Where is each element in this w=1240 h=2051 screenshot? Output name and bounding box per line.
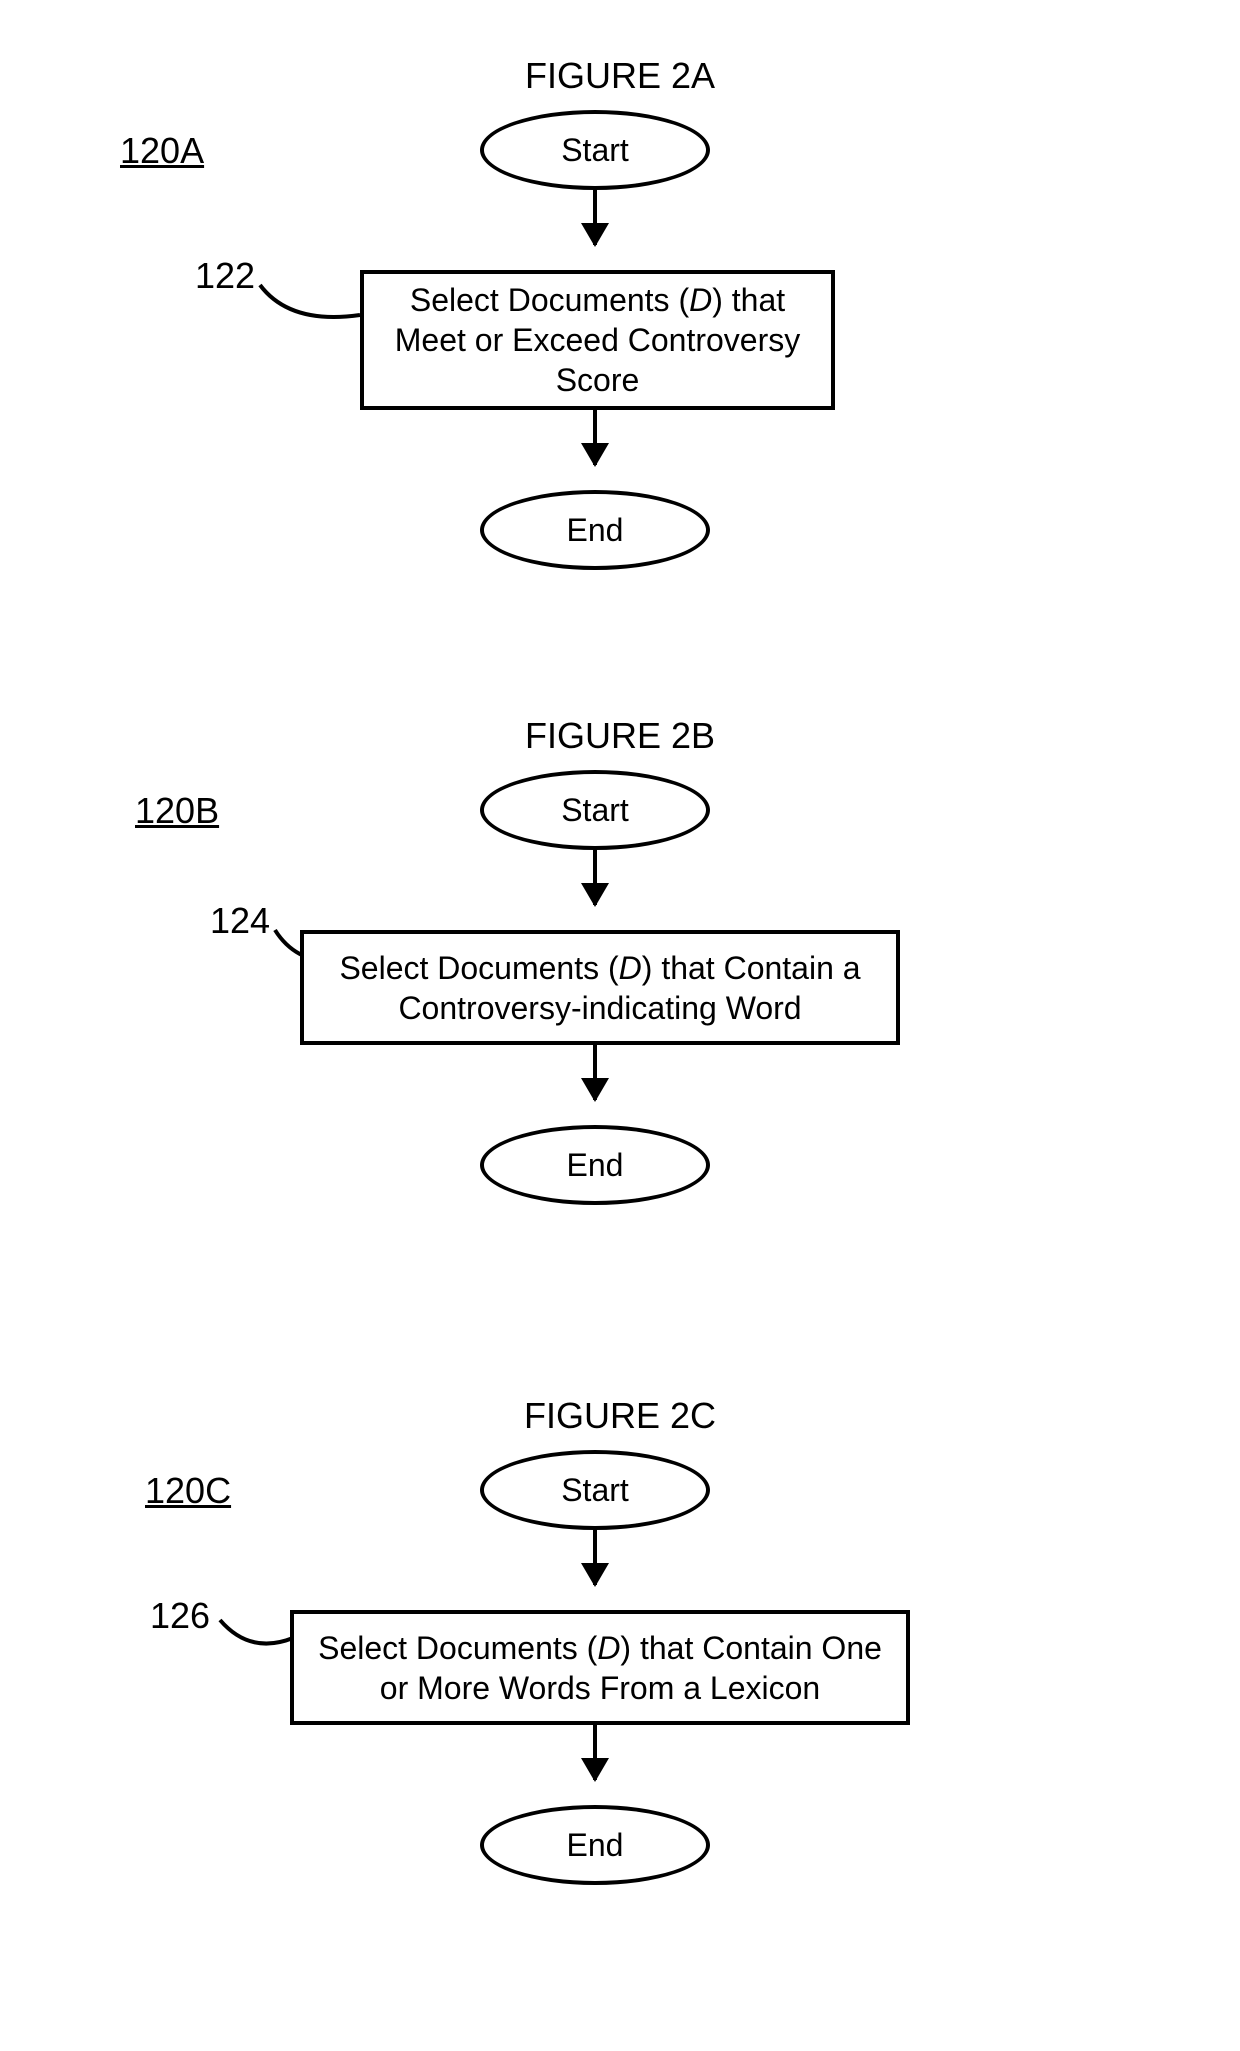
process-122: Select Documents (D) that Meet or Exceed… xyxy=(360,270,835,410)
start-label: Start xyxy=(561,1472,629,1509)
process-124: Select Documents (D) that Contain a Cont… xyxy=(300,930,900,1045)
ref-126: 126 xyxy=(150,1595,210,1637)
figure-2a-title: FIGURE 2A xyxy=(420,55,820,97)
process-122-text: Select Documents (D) that Meet or Exceed… xyxy=(380,280,815,400)
arrow-2b-2 xyxy=(593,1045,597,1100)
figure-2a-label: 120A xyxy=(120,130,204,172)
end-label: End xyxy=(567,512,624,549)
ref-124: 124 xyxy=(210,900,270,942)
start-terminator-2a: Start xyxy=(480,110,710,190)
start-label: Start xyxy=(561,132,629,169)
ref-122: 122 xyxy=(195,255,255,297)
arrow-2a-2 xyxy=(593,410,597,465)
lead-line-122 xyxy=(255,270,365,340)
arrow-2b-1 xyxy=(593,850,597,905)
arrow-2c-1 xyxy=(593,1530,597,1585)
end-terminator-2a: End xyxy=(480,490,710,570)
end-terminator-2c: End xyxy=(480,1805,710,1885)
start-terminator-2b: Start xyxy=(480,770,710,850)
lead-line-126 xyxy=(215,1610,295,1665)
figure-2b-label: 120B xyxy=(135,790,219,832)
figure-2b-title: FIGURE 2B xyxy=(420,715,820,757)
end-label: End xyxy=(567,1147,624,1184)
start-label: Start xyxy=(561,792,629,829)
end-terminator-2b: End xyxy=(480,1125,710,1205)
figure-2c-label: 120C xyxy=(145,1470,231,1512)
start-terminator-2c: Start xyxy=(480,1450,710,1530)
arrow-2c-2 xyxy=(593,1725,597,1780)
process-126-text: Select Documents (D) that Contain One or… xyxy=(310,1628,890,1708)
page: FIGURE 2A 120A Start 122 Select Document… xyxy=(0,0,1240,2051)
process-126: Select Documents (D) that Contain One or… xyxy=(290,1610,910,1725)
end-label: End xyxy=(567,1827,624,1864)
process-124-text: Select Documents (D) that Contain a Cont… xyxy=(320,948,880,1028)
figure-2c-title: FIGURE 2C xyxy=(420,1395,820,1437)
arrow-2a-1 xyxy=(593,190,597,245)
